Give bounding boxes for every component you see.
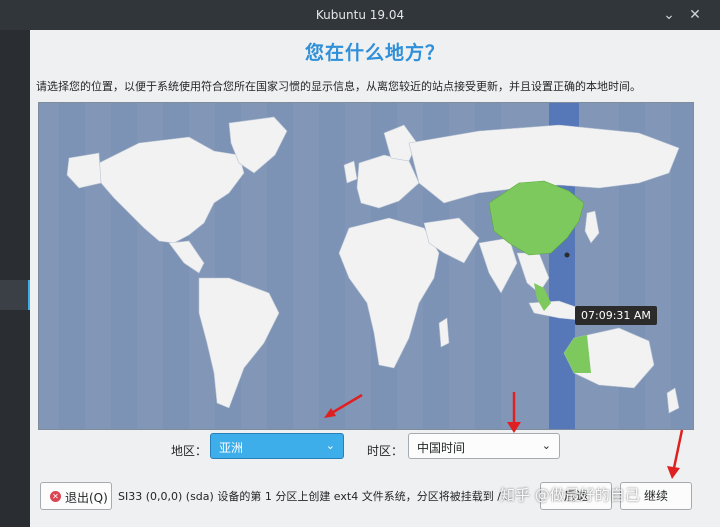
quit-icon: ✕ bbox=[50, 491, 61, 502]
installer-sidebar bbox=[0, 30, 30, 527]
location-page: 您在什么地方？ 请选择您的位置，以便于系统使用符合您所在国家习惯的显示信息，从离… bbox=[30, 30, 720, 527]
install-status-text: SI33 (0,0,0) (sda) 设备的第 1 分区上创建 ext4 文件系… bbox=[118, 490, 512, 503]
page-title: 您在什么地方？ bbox=[304, 42, 445, 64]
page-subtitle: 请选择您的位置，以便于系统使用符合您所在国家习惯的显示信息，从离您较近的站点接受… bbox=[36, 80, 641, 93]
zone-label: 时区： bbox=[367, 444, 404, 458]
region-select-value: 亚洲 bbox=[219, 441, 244, 455]
quit-button-label: 退出(Q) bbox=[65, 491, 108, 505]
chevron-down-icon: ⌄ bbox=[541, 439, 551, 452]
region-label: 地区： bbox=[171, 444, 208, 458]
region-select[interactable]: 亚洲 ⌄ bbox=[210, 433, 344, 459]
window-titlebar: Kubuntu 19.04 ⌄ ✕ bbox=[0, 0, 720, 30]
close-icon[interactable]: ✕ bbox=[686, 6, 704, 24]
timezone-select[interactable]: 中国时间 ⌄ bbox=[408, 433, 560, 459]
location-pin bbox=[564, 252, 570, 258]
timezone-map[interactable]: 07:09:31 AM bbox=[38, 102, 694, 430]
watermark: 知乎 @做最好的自己 bbox=[500, 486, 640, 504]
annotation-arrow-region bbox=[324, 393, 363, 418]
annotation-arrow-next bbox=[667, 429, 684, 479]
quit-button[interactable]: ✕ 退出(Q) bbox=[40, 482, 112, 510]
world-map-graphic bbox=[59, 103, 693, 429]
minimize-icon[interactable]: ⌄ bbox=[660, 6, 678, 24]
annotation-arrow-zone bbox=[507, 392, 521, 433]
sidebar-current-step bbox=[0, 280, 30, 310]
timezone-select-value: 中国时间 bbox=[417, 441, 466, 455]
local-time-tooltip: 07:09:31 AM bbox=[575, 306, 657, 325]
chevron-down-icon: ⌄ bbox=[325, 439, 335, 452]
window-title: Kubuntu 19.04 bbox=[315, 8, 405, 22]
